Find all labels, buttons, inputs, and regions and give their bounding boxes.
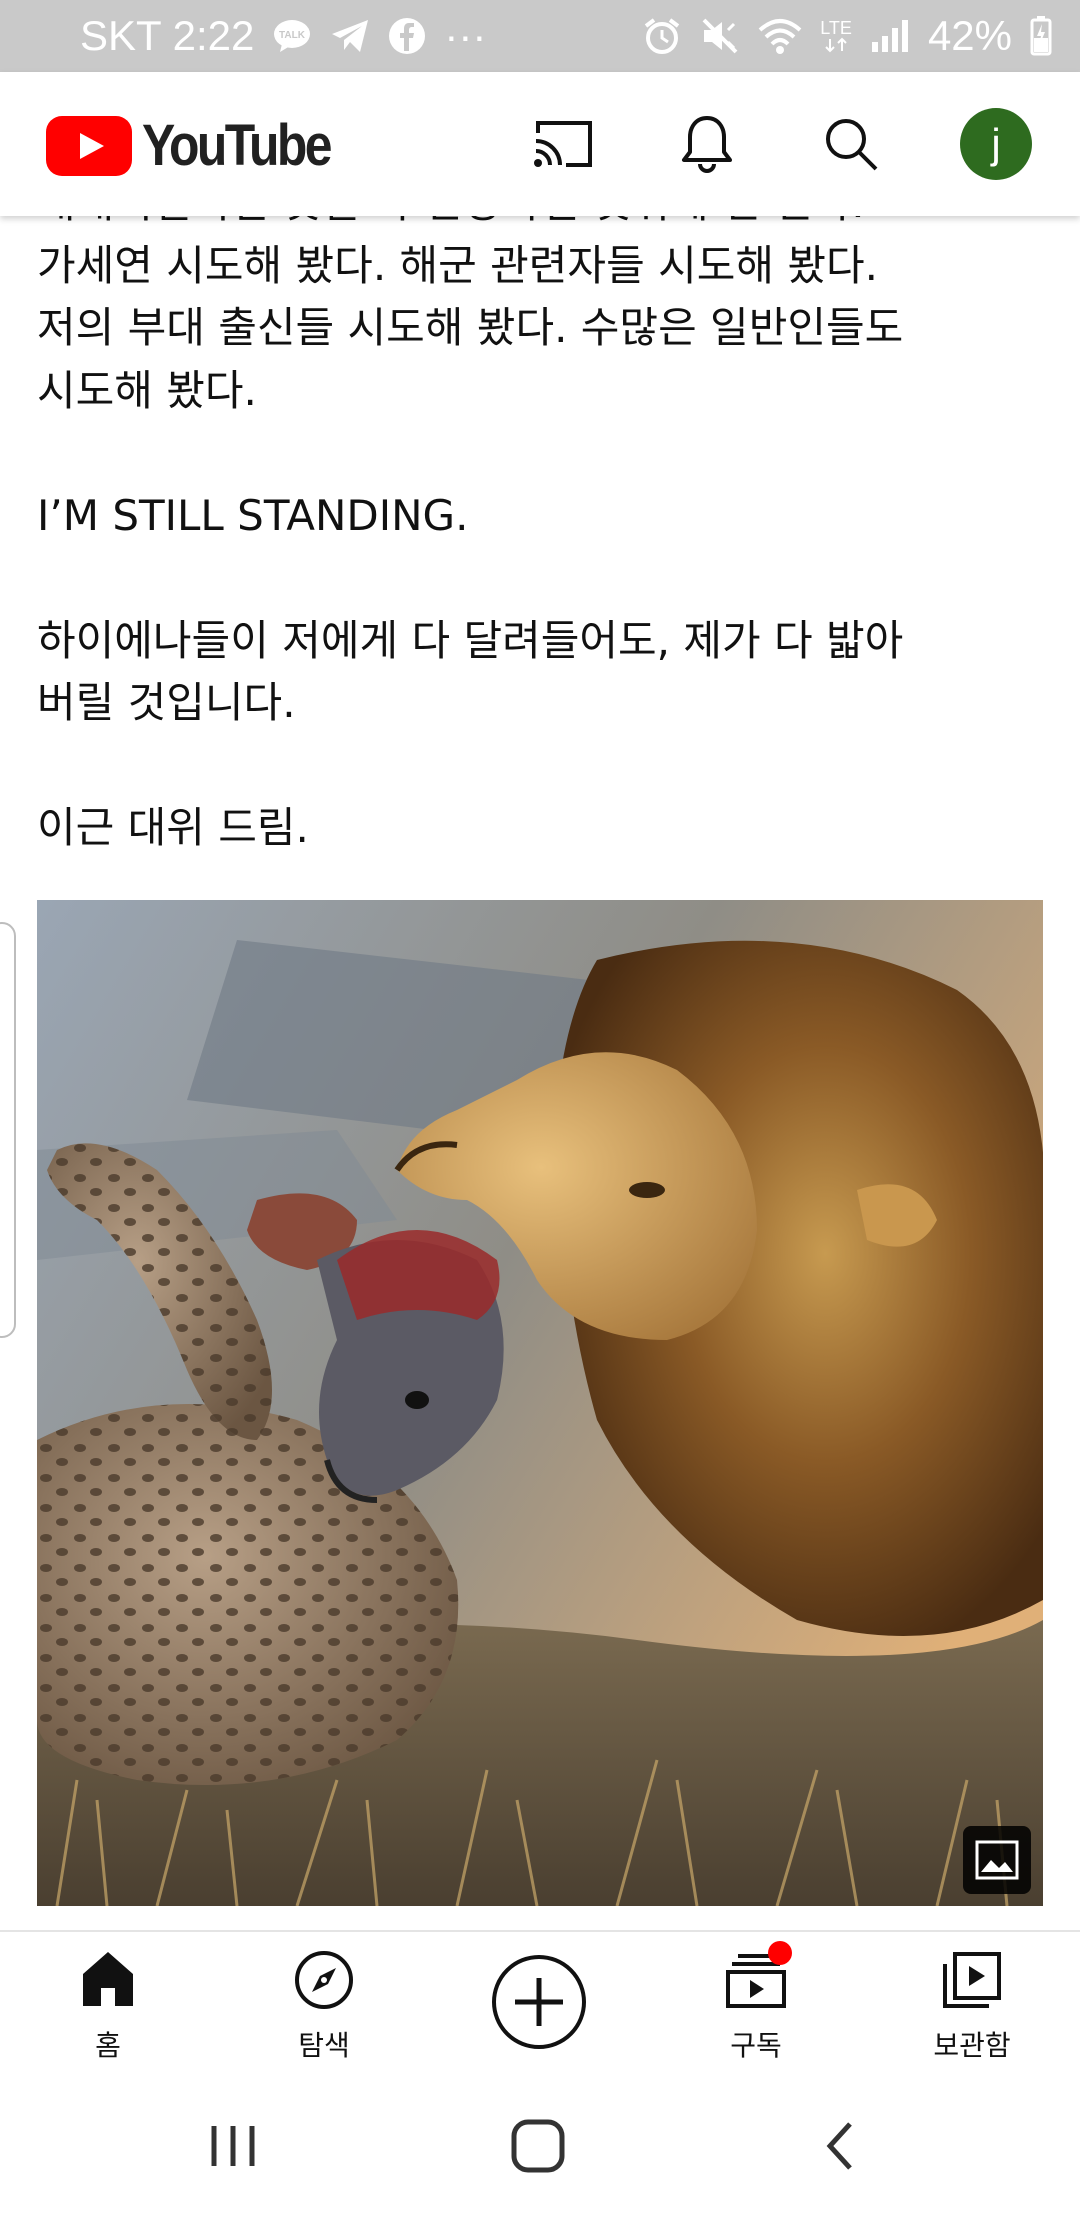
bell-icon <box>682 116 732 173</box>
signal-icon <box>870 18 910 54</box>
search-button[interactable] <box>819 112 883 176</box>
post-line: I’M STILL STANDING. <box>37 490 469 540</box>
mute-icon <box>700 16 740 56</box>
post-line: 대대적일이던 것일 다 판당하던 것뒤에 턴 된다. <box>37 216 1037 235</box>
nav-explore-label: 탐색 <box>298 2029 350 2062</box>
alarm-icon <box>642 16 682 56</box>
post-line: 시도해 봤다. <box>37 365 257 415</box>
nav-subscriptions-label: 구독 <box>730 2029 782 2062</box>
post-line <box>37 422 1037 485</box>
nav-home[interactable]: 홈 <box>0 1932 216 2076</box>
battery-icon <box>1030 16 1052 56</box>
back-icon <box>826 2122 852 2170</box>
more-notifications: ··· <box>444 12 487 59</box>
search-icon <box>826 119 878 171</box>
compass-icon <box>295 1951 353 2009</box>
post-line <box>37 547 1037 610</box>
notifications-button[interactable] <box>675 112 739 176</box>
telegram-icon <box>330 18 370 54</box>
status-bar: SKT 2:22 TALK ··· LTE 42% <box>0 0 1080 72</box>
back-button[interactable] <box>820 2116 860 2180</box>
avatar-letter: j <box>991 120 1001 167</box>
system-navigation <box>0 2076 1080 2220</box>
cast-icon <box>534 121 592 167</box>
wifi-icon <box>758 16 802 56</box>
post-line <box>37 735 1037 798</box>
post-line: 이근 대위 드림. <box>37 803 309 852</box>
bottom-navigation: 홈 탐색 구독 보관함 <box>0 1930 1080 2078</box>
account-avatar[interactable]: j <box>960 108 1032 180</box>
home-system-button[interactable] <box>508 2116 568 2180</box>
add-icon <box>492 1955 586 2049</box>
recents-icon <box>211 2126 255 2166</box>
post-line: 하이에나들이 저에게 다 달려들어도, 제가 다 밟아 <box>37 615 904 665</box>
lte-indicator: LTE <box>820 19 852 53</box>
carrier-time: SKT 2:22 <box>80 12 255 59</box>
battery-percent: 42% <box>927 12 1012 59</box>
image-gallery-badge[interactable] <box>963 1826 1031 1894</box>
cast-button[interactable] <box>531 112 595 176</box>
post-photo[interactable] <box>37 900 1043 1906</box>
community-post: 대대적일이던 것일 다 판당하던 것뒤에 턴 된다. 가세연 시도해 봤다. 해… <box>0 216 1080 1930</box>
recents-button[interactable] <box>208 2116 258 2180</box>
home-icon <box>83 1952 133 2006</box>
scroll-handle[interactable] <box>0 922 16 1338</box>
post-line: 버릴 것입니다. <box>37 678 296 727</box>
post-body: 대대적일이던 것일 다 판당하던 것뒤에 턴 된다. 가세연 시도해 봤다. 해… <box>37 216 1037 860</box>
home-square-icon <box>511 2119 565 2173</box>
post-line: 가세연 시도해 봤다. 해군 관련자들 시도해 봤다. <box>37 240 878 290</box>
nav-library[interactable]: 보관함 <box>864 1932 1080 2076</box>
app-bar: YouTube j <box>0 72 1080 216</box>
notification-dot <box>768 1941 792 1965</box>
create-button[interactable] <box>491 1954 587 2050</box>
nav-explore[interactable]: 탐색 <box>216 1932 432 2076</box>
nav-library-label: 보관함 <box>933 2029 1011 2062</box>
nav-home-label: 홈 <box>95 2029 121 2062</box>
lion-hyena-photo <box>37 900 1043 1906</box>
youtube-wordmark: YouTube <box>142 113 332 178</box>
facebook-icon <box>388 17 426 55</box>
network-type: LTE <box>820 18 852 38</box>
svg-text:TALK: TALK <box>279 30 306 41</box>
youtube-logo[interactable]: YouTube <box>46 116 360 176</box>
library-icon <box>943 1952 1001 2008</box>
post-line: 저의 부대 출신들 시도해 봤다. 수많은 일반인들도 <box>37 303 904 352</box>
talk-icon: TALK <box>272 18 312 54</box>
youtube-play-icon <box>46 116 132 176</box>
image-icon <box>975 1840 1019 1880</box>
nav-subscriptions[interactable]: 구독 <box>648 1932 864 2076</box>
